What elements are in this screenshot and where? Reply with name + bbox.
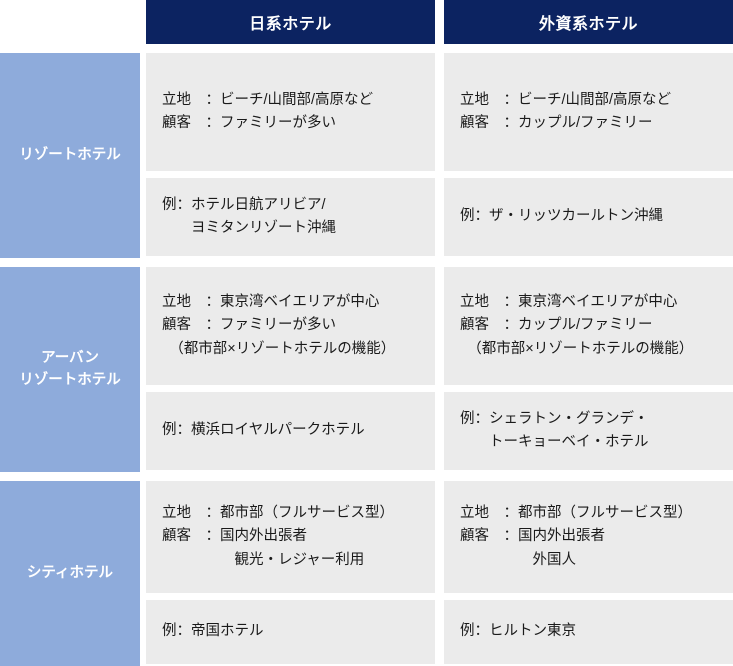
attr-line-customer: 顧客 ：カップル/ファミリー: [460, 317, 653, 334]
attr-line-note: （都市部×リゾートホテルの機能）: [162, 340, 396, 357]
row-label-resort: リゾートホテル: [0, 53, 140, 258]
cell-resort-domestic-examples: 例：ホテル日航アリビア/ ヨミタンリゾート沖縄: [146, 178, 435, 256]
column-gap: [435, 392, 444, 470]
attr-line-location: 立地 ：都市部（フルサービス型）: [162, 504, 394, 521]
cell-city-foreign-attributes: 立地 ：都市部（フルサービス型） 顧客 ：国内外出張者 外国人: [444, 481, 733, 593]
row-body-urban-resort: 立地 ：東京湾ベイエリアが中心 顧客 ：ファミリーが多い （都市部×リゾートホテ…: [146, 267, 733, 472]
column-header-foreign: 外資系ホテル: [444, 0, 733, 44]
cell-urban-resort-foreign-attributes: 立地 ：東京湾ベイエリアが中心 顧客 ：カップル/ファミリー （都市部×リゾート…: [444, 267, 733, 385]
attr-line-location: 立地 ：都市部（フルサービス型）: [460, 504, 692, 521]
attr-line-location: 立地 ：ビーチ/山間部/高原など: [460, 91, 672, 108]
cell-resort-domestic-attributes: 立地 ：ビーチ/山間部/高原など 顧客 ：ファミリーが多い: [146, 53, 435, 171]
row-label-line: アーバン: [41, 350, 99, 367]
attr-line-note: （都市部×リゾートホテルの機能）: [460, 340, 694, 357]
cell-urban-resort-domestic-examples: 例：横浜ロイヤルパークホテル: [146, 392, 435, 470]
header-corner-cell: [0, 0, 140, 44]
cell-city-domestic-attributes: 立地 ：都市部（フルサービス型） 顧客 ：国内外出張者 観光・レジャー利用: [146, 481, 435, 593]
column-gap: [435, 600, 444, 664]
attr-line-customer: 顧客 ：国内外出張者: [460, 528, 605, 545]
attr-line-location: 立地 ：東京湾ベイエリアが中心: [460, 293, 678, 310]
row-divider: [0, 258, 733, 267]
attr-line-customer: 顧客 ：国内外出張者: [162, 528, 307, 545]
hotel-comparison-matrix: 日系ホテル 外資系ホテル リゾートホテル 立地 ：ビーチ/山間部/高原など 顧客…: [0, 0, 733, 666]
attributes-row: 立地 ：東京湾ベイエリアが中心 顧客 ：ファミリーが多い （都市部×リゾートホテ…: [146, 267, 733, 385]
example-line: 例：ホテル日航アリビア/: [162, 196, 326, 213]
cell-divider: [146, 385, 733, 392]
table-header-row: 日系ホテル 外資系ホテル: [0, 0, 733, 44]
attr-line-customer: 顧客 ：ファミリーが多い: [162, 317, 336, 334]
example-line: 例：ザ・リッツカールトン沖縄: [460, 208, 663, 225]
column-header-domestic: 日系ホテル: [146, 0, 435, 44]
cell-resort-foreign-attributes: 立地 ：ビーチ/山間部/高原など 顧客 ：カップル/ファミリー: [444, 53, 733, 171]
attr-line-location: 立地 ：東京湾ベイエリアが中心: [162, 293, 380, 310]
examples-row: 例：ホテル日航アリビア/ ヨミタンリゾート沖縄 例：ザ・リッツカールトン沖縄: [146, 178, 733, 256]
column-gap: [435, 178, 444, 256]
examples-row: 例：帝国ホテル 例：ヒルトン東京: [146, 600, 733, 664]
row-label-stack: アーバン リゾートホテル: [19, 348, 121, 390]
row-divider: [0, 472, 733, 481]
example-line: 例：シェラトン・グランデ・: [460, 410, 649, 427]
row-label-line: シティホテル: [26, 564, 114, 581]
example-line: トーキョーベイ・ホテル: [460, 434, 649, 450]
table-row-resort: リゾートホテル 立地 ：ビーチ/山間部/高原など 顧客 ：ファミリーが多い 立地…: [0, 53, 733, 258]
row-label-line: リゾートホテル: [19, 146, 121, 163]
attributes-row: 立地 ：ビーチ/山間部/高原など 顧客 ：ファミリーが多い 立地 ：ビーチ/山間…: [146, 53, 733, 171]
column-gap: [435, 267, 444, 385]
attr-line-customer: 顧客 ：ファミリーが多い: [162, 115, 336, 131]
column-gap: [435, 53, 444, 171]
row-divider: [0, 44, 733, 53]
cell-divider: [146, 171, 733, 178]
attr-line-location: 立地 ：ビーチ/山間部/高原など: [162, 91, 374, 108]
attr-line-customer-2: 外国人: [460, 551, 576, 568]
attributes-row: 立地 ：都市部（フルサービス型） 顧客 ：国内外出張者 観光・レジャー利用 立地…: [146, 481, 733, 593]
cell-urban-resort-foreign-examples: 例：シェラトン・グランデ・ トーキョーベイ・ホテル: [444, 392, 733, 470]
row-label-urban-resort: アーバン リゾートホテル: [0, 267, 140, 472]
column-gap: [435, 0, 444, 44]
example-line: 例：横浜ロイヤルパークホテル: [162, 422, 365, 439]
cell-divider: [146, 593, 733, 600]
example-line: ヨミタンリゾート沖縄: [162, 220, 336, 236]
cell-resort-foreign-examples: 例：ザ・リッツカールトン沖縄: [444, 178, 733, 256]
attr-line-customer: 顧客 ：カップル/ファミリー: [460, 115, 653, 131]
cell-urban-resort-domestic-attributes: 立地 ：東京湾ベイエリアが中心 顧客 ：ファミリーが多い （都市部×リゾートホテ…: [146, 267, 435, 385]
examples-row: 例：横浜ロイヤルパークホテル 例：シェラトン・グランデ・ トーキョーベイ・ホテル: [146, 392, 733, 470]
cell-city-domestic-examples: 例：帝国ホテル: [146, 600, 435, 664]
table-row-urban-resort: アーバン リゾートホテル 立地 ：東京湾ベイエリアが中心 顧客 ：ファミリーが多…: [0, 267, 733, 472]
attr-line-customer-2: 観光・レジャー利用: [162, 551, 365, 568]
row-body-city: 立地 ：都市部（フルサービス型） 顧客 ：国内外出張者 観光・レジャー利用 立地…: [146, 481, 733, 666]
example-line: 例：ヒルトン東京: [460, 623, 576, 640]
row-label-line: リゾートホテル: [19, 371, 121, 388]
column-gap: [435, 481, 444, 593]
row-label-city: シティホテル: [0, 481, 140, 666]
example-line: 例：帝国ホテル: [162, 623, 264, 640]
cell-city-foreign-examples: 例：ヒルトン東京: [444, 600, 733, 664]
row-body-resort: 立地 ：ビーチ/山間部/高原など 顧客 ：ファミリーが多い 立地 ：ビーチ/山間…: [146, 53, 733, 258]
table-row-city: シティホテル 立地 ：都市部（フルサービス型） 顧客 ：国内外出張者 観光・レジ…: [0, 481, 733, 666]
